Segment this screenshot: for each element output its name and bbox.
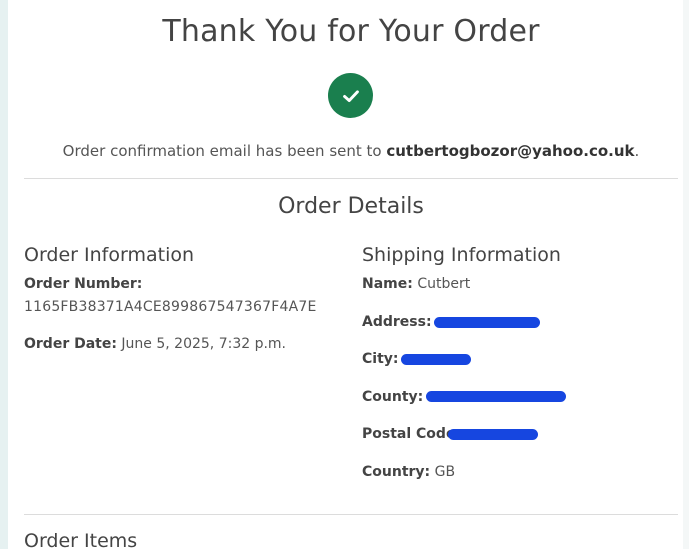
shipping-address-row: Address: (362, 314, 432, 330)
order-number-key: Order Number: (24, 276, 143, 292)
shipping-country-row: Country: GB (362, 464, 455, 480)
customer-email: cutbertogbozor@yahoo.co.uk (386, 142, 635, 160)
shipping-information-heading: Shipping Information (362, 244, 561, 266)
confirmation-message: Order confirmation email has been sent t… (24, 142, 678, 160)
confirmation-suffix: . (634, 142, 640, 160)
order-date-key: Order Date: (24, 336, 117, 352)
order-date-value: June 5, 2025, 7:32 p.m. (121, 336, 287, 352)
shipping-address-key: Address: (362, 314, 432, 330)
shipping-name-value: Cutbert (417, 276, 471, 292)
county-redaction (426, 391, 566, 402)
shipping-country-key: Country: (362, 464, 431, 480)
divider-bottom (24, 514, 678, 515)
city-redaction (401, 354, 471, 365)
order-date-row: Order Date: June 5, 2025, 7:32 p.m. (24, 336, 286, 352)
shipping-postal-key: Postal Code: (362, 426, 462, 442)
shipping-county-row: County: (362, 389, 423, 405)
order-information-heading: Order Information (24, 244, 195, 266)
success-check-badge (328, 73, 373, 118)
confirmation-prefix: Order confirmation email has been sent t… (62, 142, 387, 160)
address-redaction (434, 317, 540, 328)
right-edge-strip (683, 0, 689, 549)
shipping-name-key: Name: (362, 276, 413, 292)
page-title: Thank You for Your Order (162, 14, 540, 49)
order-number-value: 1165FB38371A4CE899867547367F4A7E (24, 299, 317, 315)
divider-top (24, 178, 678, 179)
order-details-title: Order Details (278, 194, 424, 219)
shipping-city-key: City: (362, 351, 399, 367)
order-number-label: Order Number: (24, 276, 142, 292)
shipping-city-row: City: (362, 351, 399, 367)
shipping-country-value: GB (434, 464, 456, 480)
left-edge-strip (0, 0, 8, 549)
shipping-name-row: Name: Cutbert (362, 276, 470, 292)
postal-code-redaction (448, 429, 538, 440)
order-confirmation-card: Thank You for Your Order Order confirmat… (24, 0, 678, 552)
shipping-county-key: County: (362, 389, 424, 405)
checkmark-icon (342, 89, 359, 102)
shipping-postal-row: Postal Code: (362, 426, 461, 442)
